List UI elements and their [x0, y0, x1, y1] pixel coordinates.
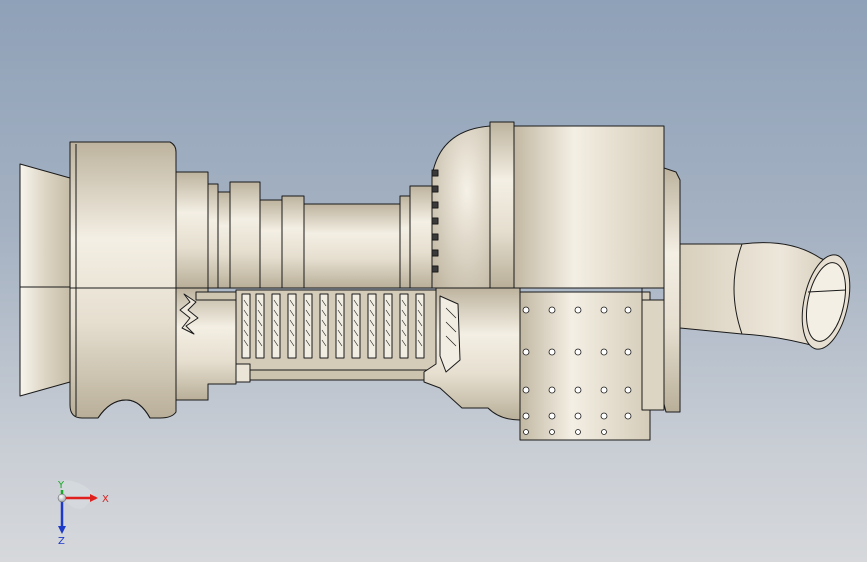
- y-axis-label: Y: [57, 480, 65, 491]
- triad-plane: [62, 480, 93, 509]
- compressor-stages-section: [175, 287, 437, 401]
- z-axis-label: Z: [58, 536, 65, 547]
- compressor-drum: [303, 185, 433, 289]
- x-axis-arrow: [90, 494, 98, 502]
- combustor-housing: [431, 121, 665, 289]
- inlet-bellmouth: [19, 163, 71, 397]
- combustor-section: [423, 287, 665, 441]
- graphics-viewport[interactable]: [0, 0, 867, 562]
- x-axis-label: X: [102, 494, 109, 505]
- exhaust-nozzle: [679, 242, 851, 350]
- triad-origin: [57, 493, 67, 503]
- turbine-flange: [663, 167, 681, 413]
- engine-model[interactable]: [0, 0, 867, 562]
- z-axis-arrow: [58, 526, 66, 534]
- fan-casing: [69, 141, 177, 419]
- orientation-triad: X Y Z: [40, 478, 120, 548]
